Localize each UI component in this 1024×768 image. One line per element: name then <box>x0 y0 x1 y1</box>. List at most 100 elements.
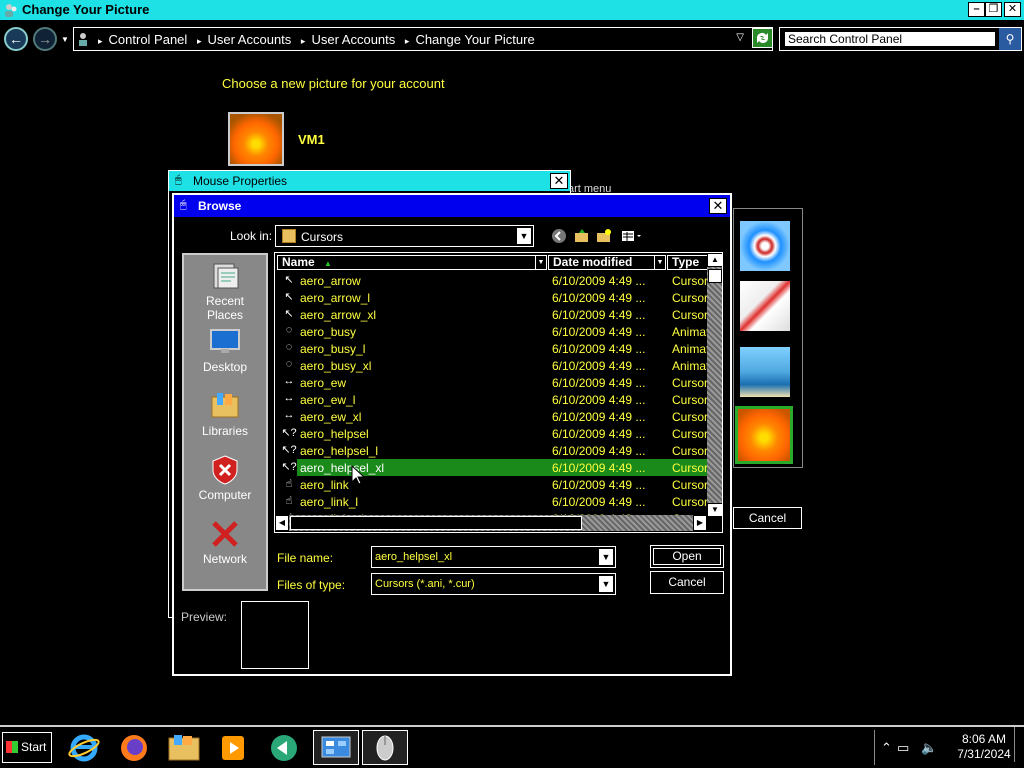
browse-title-bar: 🖱 Browse ✕ <box>174 195 730 217</box>
app-icon[interactable] <box>264 730 304 765</box>
restore-button[interactable]: ❐ <box>985 2 1002 17</box>
chevron-down-icon[interactable]: ▼ <box>654 256 665 269</box>
file-row[interactable]: ↖? aero_helpsel_xl 6/10/2009 4:49 ... Curso… <box>275 459 707 476</box>
address-dropdown-icon[interactable]: ▽ <box>736 32 744 43</box>
clock[interactable]: 8:06 AM 7/31/2024 <box>944 732 1024 762</box>
place-computer[interactable]: Computer <box>184 455 266 502</box>
minimize-button[interactable]: – <box>968 2 985 17</box>
mouse-icon[interactable] <box>362 730 408 765</box>
file-list[interactable]: Name ▲ ▼ Date modified ▼ Type ↖ aero_arro… <box>274 252 723 533</box>
page-cancel-button[interactable]: Cancel <box>733 507 802 529</box>
scroll-left-icon[interactable]: ◀ <box>275 515 289 531</box>
chevron-down-icon[interactable]: ▼ <box>598 548 614 566</box>
new-folder-icon[interactable] <box>596 228 612 244</box>
file-row[interactable]: ☝ aero_link 6/10/2009 4:49 ... Cursor <box>275 476 707 493</box>
file-row[interactable]: ◌ aero_busy_l 6/10/2009 4:49 ... Animated <box>275 340 707 357</box>
mouse-properties-close-button[interactable]: ✕ <box>550 173 568 189</box>
column-header-date[interactable]: Date modified ▼ <box>548 255 666 270</box>
breadcrumb-item[interactable]: User Accounts <box>311 32 395 47</box>
file-row[interactable]: ↔ aero_ew_xl 6/10/2009 4:49 ... Cursor <box>275 408 708 425</box>
file-name-value[interactable]: aero_helpsel_xl <box>375 551 452 563</box>
search-input[interactable] <box>784 31 996 47</box>
file-date-cell: 6/10/2009 4:49 ... <box>552 495 646 509</box>
file-explorer-icon[interactable] <box>164 730 204 765</box>
mouse-properties-title: Mouse Properties <box>193 174 288 188</box>
file-name-combo[interactable]: aero_helpsel_xl ▼ <box>371 546 616 568</box>
media-player-icon[interactable] <box>214 730 254 765</box>
chevron-down-icon[interactable]: ▼ <box>516 227 532 245</box>
column-header-type[interactable]: Type <box>667 255 708 270</box>
firefox-icon[interactable] <box>114 730 154 765</box>
back-icon[interactable] <box>551 228 567 244</box>
file-row[interactable]: ◌ aero_busy_xl 6/10/2009 4:49 ... Animated <box>275 357 707 374</box>
file-row[interactable]: ↖ aero_arrow_l 6/10/2009 4:49 ... Cursor <box>275 289 707 306</box>
search-box[interactable]: ⚲ <box>779 27 1022 51</box>
scroll-up-icon[interactable]: ▲ <box>707 253 722 267</box>
breadcrumb-item[interactable]: User Accounts <box>207 32 291 47</box>
show-hidden-icons-icon[interactable]: ⌃ <box>881 740 892 756</box>
volume-muted-icon[interactable]: 🔈 <box>921 740 937 756</box>
address-box[interactable]: ▸ Control Panel ▸ User Accounts ▸ User Acco… <box>73 27 773 51</box>
control-panel-icon[interactable] <box>313 730 359 765</box>
vertical-scroll-thumb[interactable] <box>708 269 722 283</box>
search-icon[interactable]: ⚲ <box>999 28 1021 50</box>
sailboat-picture[interactable] <box>740 347 790 397</box>
up-folder-icon[interactable] <box>574 228 590 244</box>
browse-dialog: 🖱 Browse ✕ Look in: Cursors ▼ Recent Pla… <box>172 193 732 676</box>
clock-date: 7/31/2024 <box>957 747 1011 761</box>
file-row[interactable]: ↖? aero_helpsel 6/10/2009 4:49 ... Cursor <box>275 425 707 442</box>
file-type-cell: Cursor <box>672 427 707 441</box>
show-desktop-button[interactable] <box>1014 727 1024 762</box>
file-name-cell: aero_busy <box>300 325 357 339</box>
vertical-scrollbar[interactable]: ▲ ▼ <box>707 253 722 517</box>
computer-icon <box>212 455 238 485</box>
mouse-properties-title-bar: 🖱 Mouse Properties ✕ <box>169 171 570 191</box>
pinwheel-picture[interactable] <box>740 221 790 271</box>
file-row[interactable]: ↖? aero_helpsel_l 6/10/2009 4:49 ... Cursor <box>275 442 707 459</box>
browse-close-button[interactable]: ✕ <box>709 198 727 214</box>
close-button[interactable]: ✕ <box>1004 2 1021 17</box>
look-in-dropdown[interactable]: Cursors ▼ <box>275 225 534 247</box>
network-icon <box>212 521 238 547</box>
breadcrumb-item[interactable]: Change Your Picture <box>415 32 534 47</box>
column-header-name[interactable]: Name ▲ ▼ <box>277 255 547 270</box>
file-row[interactable]: ◌ aero_busy 6/10/2009 4:49 ... Animated <box>275 323 707 340</box>
place-libraries[interactable]: Libraries <box>184 391 266 438</box>
file-row[interactable]: ↔ aero_ew 6/10/2009 4:49 ... Cursor <box>275 374 708 391</box>
chevron-down-icon[interactable]: ▼ <box>535 256 546 269</box>
network-status-icon[interactable]: ▭ <box>897 740 909 756</box>
view-menu-icon[interactable] <box>621 228 643 244</box>
place-desktop[interactable]: Desktop <box>184 327 266 374</box>
paper-crane-picture[interactable] <box>740 281 790 331</box>
preview-label: Preview: <box>181 610 228 624</box>
scroll-right-icon[interactable]: ▶ <box>693 515 707 531</box>
file-name-cell: aero_arrow_l <box>300 291 371 305</box>
forward-button[interactable]: → <box>33 27 57 51</box>
place-recent-places[interactable]: Recent Places <box>184 261 266 322</box>
picture-gallery <box>733 208 803 468</box>
place-network[interactable]: Network <box>184 519 266 566</box>
file-row[interactable]: ↖ aero_arrow_xl 6/10/2009 4:49 ... Cursor <box>275 306 707 323</box>
breadcrumb-item[interactable]: Control Panel <box>109 32 188 47</box>
file-name-cell: aero_busy_l <box>300 342 366 356</box>
recent-pages-dropdown[interactable]: ▼ <box>61 35 69 44</box>
file-date-cell: 6/10/2009 4:49 ... <box>552 291 646 305</box>
scroll-down-icon[interactable]: ▼ <box>707 503 722 517</box>
file-name-cell: aero_arrow <box>300 274 361 288</box>
refresh-button[interactable] <box>752 28 773 48</box>
internet-explorer-icon[interactable] <box>64 730 104 765</box>
open-button[interactable]: Open <box>650 545 724 568</box>
file-row[interactable]: ☝ aero_link_l 6/10/2009 4:49 ... Cursor <box>275 493 707 510</box>
start-button[interactable]: Start <box>2 732 52 763</box>
files-of-type-value: Cursors (*.ani, *.cur) <box>375 578 475 590</box>
files-of-type-combo[interactable]: Cursors (*.ani, *.cur) ▼ <box>371 573 616 595</box>
chevron-down-icon[interactable]: ▼ <box>598 575 614 593</box>
file-date-cell: 6/10/2009 4:49 ... <box>552 274 646 288</box>
cancel-button[interactable]: Cancel <box>650 571 724 594</box>
horizontal-scrollbar[interactable]: ◀ ▶ <box>275 515 707 531</box>
flower-picture-selected[interactable] <box>735 406 793 464</box>
back-button[interactable]: ← <box>4 27 28 51</box>
file-row[interactable]: ↖ aero_arrow 6/10/2009 4:49 ... Cursor <box>275 272 707 289</box>
file-row[interactable]: ↔ aero_ew_l 6/10/2009 4:49 ... Cursor <box>275 391 708 408</box>
horizontal-scroll-thumb[interactable] <box>290 516 582 530</box>
